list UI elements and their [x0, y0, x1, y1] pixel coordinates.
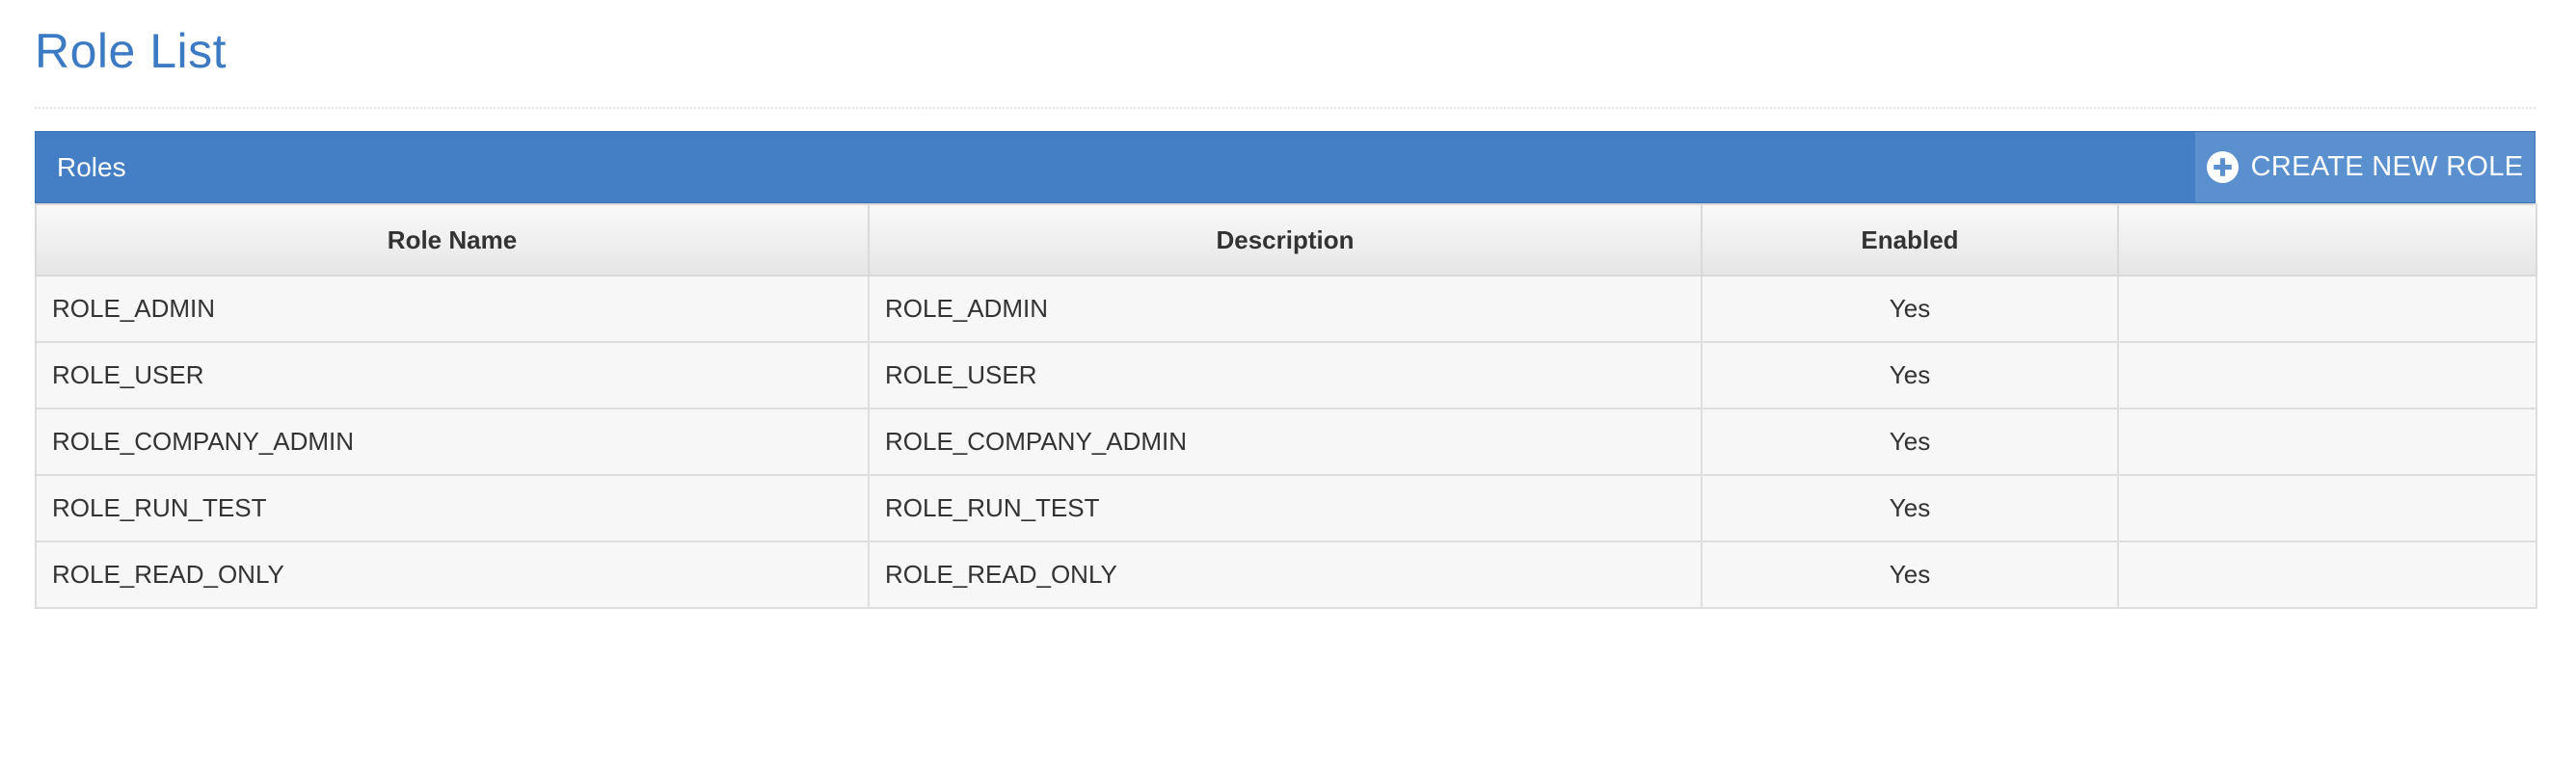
- cell-actions: [2117, 275, 2537, 343]
- cell-role-name: ROLE_ADMIN: [35, 275, 870, 343]
- roles-panel: Roles CREATE NEW ROLE Role Name Descript…: [35, 131, 2537, 609]
- cell-role-name: ROLE_RUN_TEST: [35, 474, 870, 542]
- title-divider: [35, 107, 2536, 109]
- create-new-role-button[interactable]: CREATE NEW ROLE: [2195, 132, 2535, 202]
- cell-role-name: ROLE_COMPANY_ADMIN: [35, 408, 870, 476]
- table-row[interactable]: ROLE_USER ROLE_USER Yes: [35, 341, 2537, 409]
- cell-enabled: Yes: [1701, 541, 2119, 609]
- table-header-row: Role Name Description Enabled: [35, 203, 2537, 277]
- cell-description: ROLE_READ_ONLY: [868, 541, 1703, 609]
- column-header-enabled[interactable]: Enabled: [1701, 203, 2119, 277]
- cell-enabled: Yes: [1701, 408, 2119, 476]
- cell-actions: [2117, 341, 2537, 409]
- table-row[interactable]: ROLE_RUN_TEST ROLE_RUN_TEST Yes: [35, 474, 2537, 542]
- column-header-role-name[interactable]: Role Name: [35, 203, 870, 277]
- cell-actions: [2117, 541, 2537, 609]
- column-header-description[interactable]: Description: [868, 203, 1703, 277]
- table-row[interactable]: ROLE_READ_ONLY ROLE_READ_ONLY Yes: [35, 541, 2537, 609]
- role-list-page: Role List Roles CREATE NEW ROLE Role Nam…: [0, 0, 2576, 765]
- cell-description: ROLE_USER: [868, 341, 1703, 409]
- create-new-role-label: CREATE NEW ROLE: [2250, 151, 2524, 182]
- cell-enabled: Yes: [1701, 474, 2119, 542]
- cell-enabled: Yes: [1701, 275, 2119, 343]
- panel-header: Roles CREATE NEW ROLE: [35, 131, 2536, 203]
- table-row[interactable]: ROLE_COMPANY_ADMIN ROLE_COMPANY_ADMIN Ye…: [35, 408, 2537, 476]
- cell-description: ROLE_ADMIN: [868, 275, 1703, 343]
- cell-actions: [2117, 474, 2537, 542]
- cell-description: ROLE_COMPANY_ADMIN: [868, 408, 1703, 476]
- roles-table: Role Name Description Enabled ROLE_ADMIN…: [35, 203, 2537, 609]
- cell-role-name: ROLE_USER: [35, 341, 870, 409]
- table-row[interactable]: ROLE_ADMIN ROLE_ADMIN Yes: [35, 275, 2537, 343]
- column-header-actions: [2117, 203, 2537, 277]
- page-title: Role List: [35, 24, 228, 78]
- panel-title: Roles: [57, 152, 126, 182]
- cell-actions: [2117, 408, 2537, 476]
- cell-enabled: Yes: [1701, 341, 2119, 409]
- plus-circle-icon: [2206, 151, 2239, 183]
- cell-role-name: ROLE_READ_ONLY: [35, 541, 870, 609]
- cell-description: ROLE_RUN_TEST: [868, 474, 1703, 542]
